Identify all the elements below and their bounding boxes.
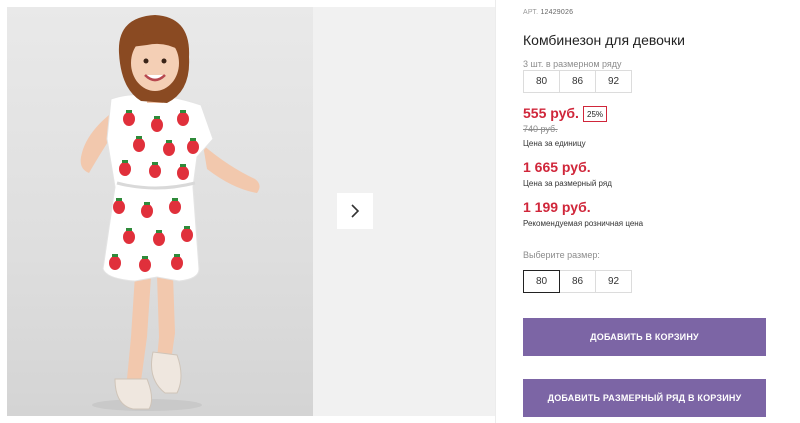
size-row-list: 80 86 92	[523, 70, 632, 93]
product-photo-illustration	[80, 15, 260, 411]
unit-price-caption: Цена за единицу	[523, 139, 586, 148]
recommended-price-caption: Рекомендуемая розничная цена	[523, 219, 644, 228]
size-picker-label: Выберите размер:	[523, 250, 600, 260]
discount-badge: 25%	[583, 106, 608, 122]
size-row-note: 3 шт. в размерном ряду	[523, 59, 622, 69]
product-title: Комбинезон для девочки	[523, 32, 685, 48]
unit-price: 555 руб.	[523, 105, 579, 121]
size-row-item: 86	[559, 70, 596, 93]
size-option-80[interactable]: 80	[523, 270, 560, 293]
old-price: 740 руб.	[523, 124, 558, 134]
row-price-caption: Цена за размерный ряд	[523, 179, 612, 188]
product-photo[interactable]	[7, 7, 313, 416]
size-picker: 80 86 92	[523, 270, 632, 293]
sku-label: АРТ.	[523, 9, 539, 16]
size-option-92[interactable]: 92	[595, 270, 632, 293]
size-option-86[interactable]: 86	[559, 270, 596, 293]
size-row-item: 92	[595, 70, 632, 93]
chevron-right-icon	[351, 204, 360, 218]
next-image-button[interactable]	[337, 193, 373, 229]
panel-divider	[495, 0, 496, 423]
product-gallery	[7, 7, 495, 416]
sku-value: 12429026	[540, 9, 574, 16]
row-price: 1 665 руб.	[523, 159, 591, 175]
add-to-cart-button[interactable]: ДОБАВИТЬ В КОРЗИНУ	[523, 318, 766, 356]
recommended-price: 1 199 руб.	[523, 199, 591, 215]
product-sku: АРТ. 12429026	[523, 9, 573, 16]
size-row-item: 80	[523, 70, 560, 93]
add-size-row-to-cart-button[interactable]: ДОБАВИТЬ РАЗМЕРНЫЙ РЯД В КОРЗИНУ	[523, 379, 766, 417]
